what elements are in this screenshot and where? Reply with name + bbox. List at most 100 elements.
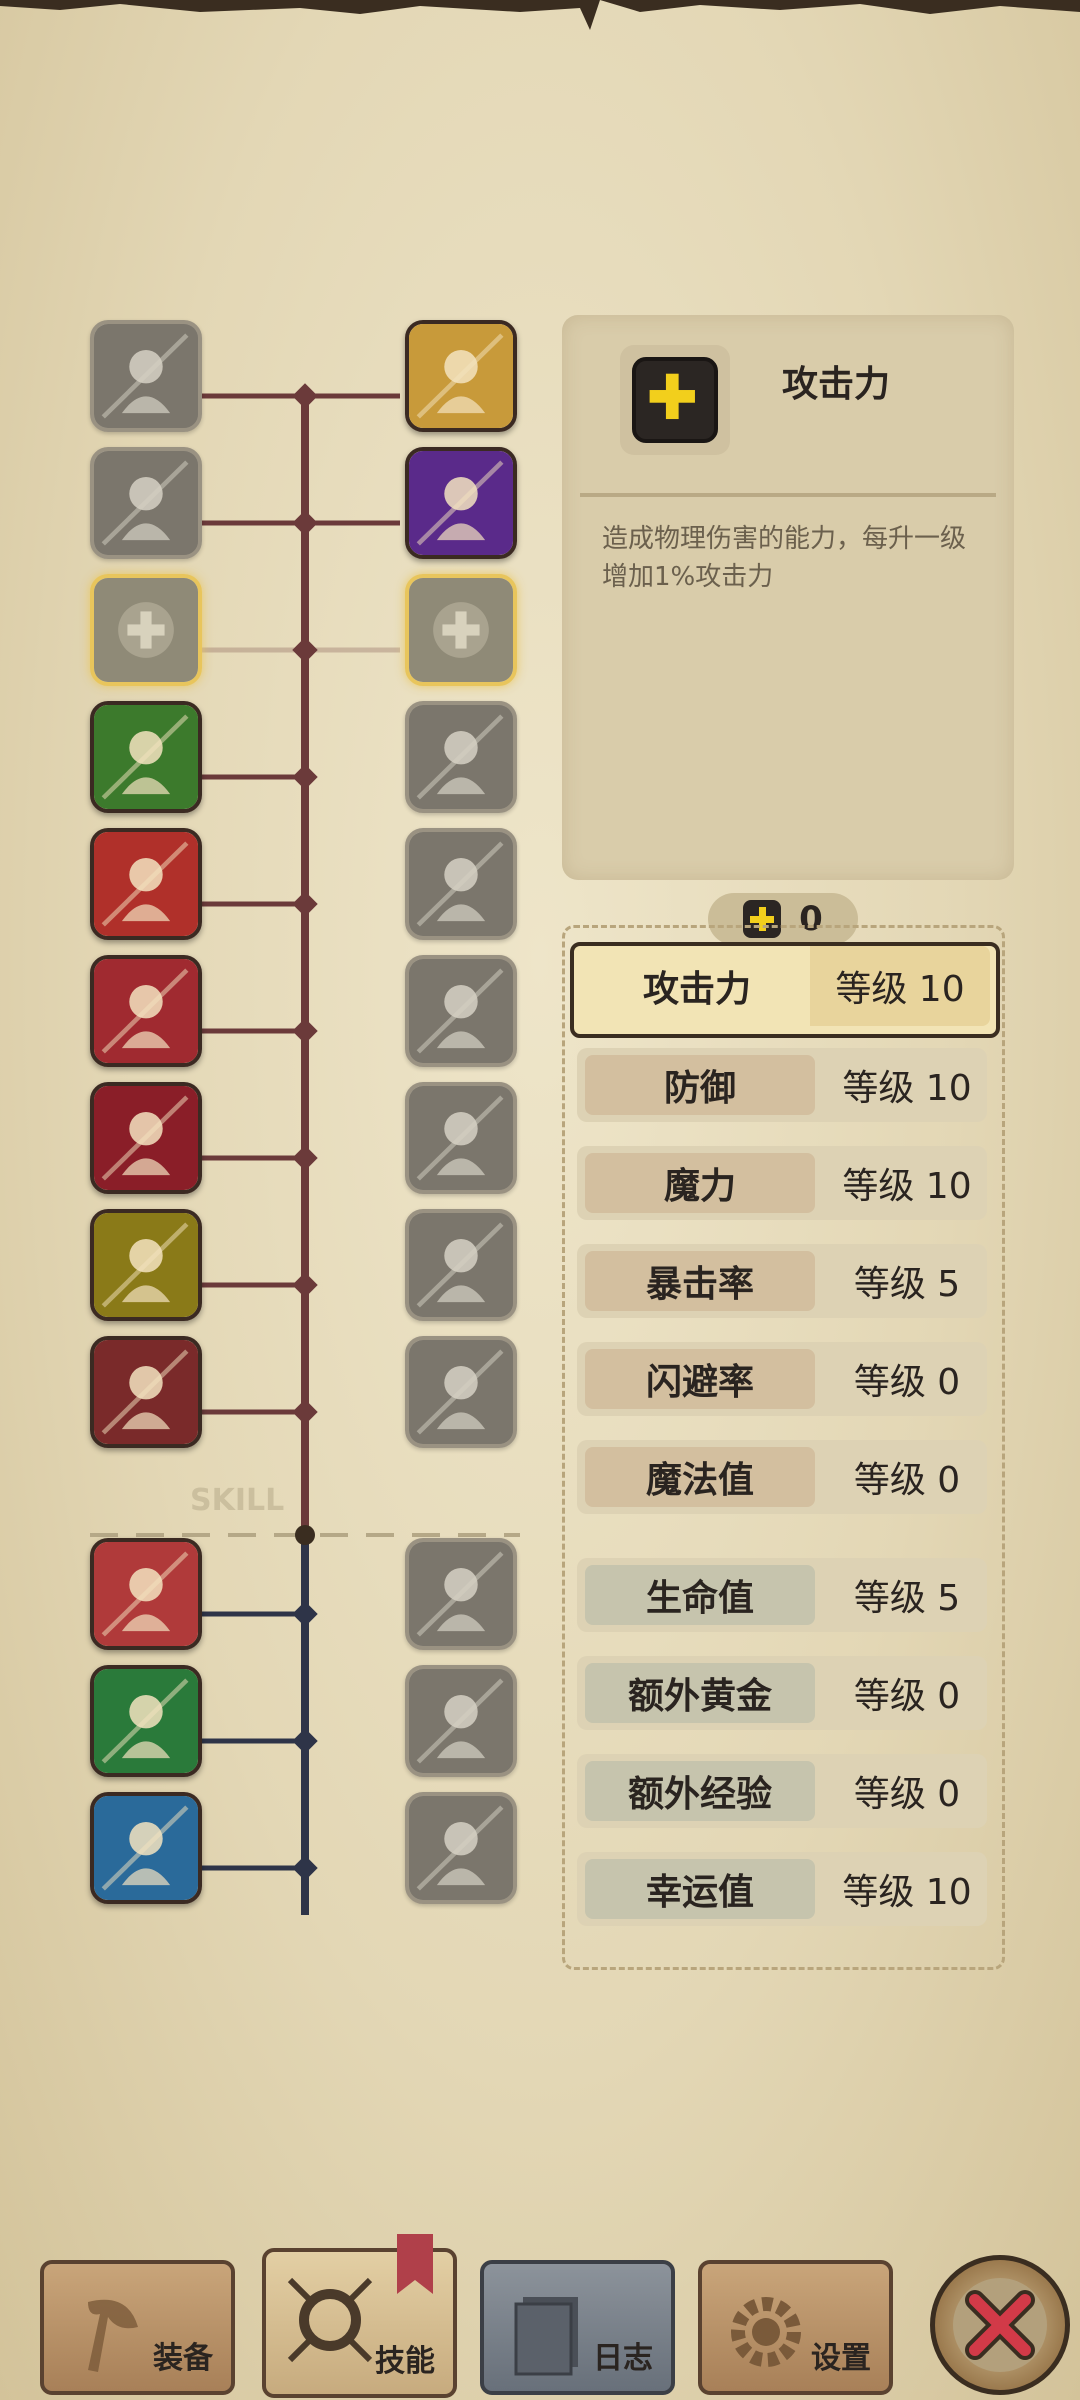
attribute-row[interactable]: 魔法值 等级 0 — [577, 1440, 987, 1514]
skill-slot-left-11[interactable] — [90, 1665, 202, 1777]
attribute-level: 等级 0 — [853, 1460, 961, 1501]
dash-strike-icon — [94, 451, 198, 555]
question-figure-icon — [409, 1796, 513, 1900]
info-divider — [580, 493, 996, 497]
tab-skills[interactable]: 技能 — [262, 2234, 457, 2398]
spin-strike-icon — [94, 832, 198, 936]
skill-slot-right-9[interactable] — [405, 1336, 517, 1448]
attribute-name: 防御 — [585, 1055, 815, 1115]
gear-blast-icon — [409, 1213, 513, 1317]
skill-slot-left-4[interactable] — [90, 701, 202, 813]
purple-slash-icon — [409, 451, 513, 555]
tab-settings[interactable]: 设置 — [698, 2260, 893, 2395]
attribute-level: 等级 0 — [853, 1774, 961, 1815]
axe-icon — [88, 2299, 138, 2372]
eye-chest-icon — [409, 1542, 513, 1646]
attribute-row[interactable]: 魔力 等级 10 — [577, 1146, 987, 1220]
bottom-tab-bar: 装备 技能 日志 设置 — [0, 2230, 1080, 2400]
skill-slot-right-7[interactable] — [405, 1082, 517, 1194]
skill-tree: SKILL — [0, 320, 540, 1980]
smoke-icon — [409, 832, 513, 936]
eye-chest-2-icon — [409, 1669, 513, 1773]
skill-slot-left-5[interactable] — [90, 828, 202, 940]
sparkle-figure-icon — [409, 1340, 513, 1444]
attribute-row[interactable]: 生命值 等级 5 — [577, 1558, 987, 1632]
tab-label: 日志 — [593, 2341, 653, 2376]
attribute-name: 幸运值 — [585, 1859, 815, 1919]
attribute-row[interactable]: 幸运值 等级 10 — [577, 1852, 987, 1926]
branch-node-4 — [292, 764, 318, 790]
torn-paper-edge — [0, 0, 1080, 40]
close-button[interactable] — [930, 2255, 1070, 2395]
attribute-row[interactable]: 暴击率 等级 5 — [577, 1244, 987, 1318]
tab-label: 装备 — [153, 2341, 213, 2376]
hand-chest-icon — [94, 1669, 198, 1773]
tab-label: 技能 — [375, 2344, 435, 2379]
skill-slot-left-1[interactable] — [90, 320, 202, 432]
section-divider-label: SKILL — [190, 1483, 284, 1518]
branch-node-7 — [292, 1145, 318, 1171]
branch-node-2 — [292, 510, 318, 536]
blue-aura-icon — [94, 1796, 198, 1900]
skill-slot-right-8[interactable] — [405, 1209, 517, 1321]
attribute-name: 攻击力 — [642, 969, 751, 1010]
info-icon-frame — [620, 345, 730, 455]
skill-slot-right-2[interactable] — [405, 447, 517, 559]
skill-slot-right-6[interactable] — [405, 955, 517, 1067]
attack-up-locked-icon — [409, 578, 513, 682]
branch-node-11 — [292, 1728, 318, 1754]
skill-slot-left-10[interactable] — [90, 1538, 202, 1650]
attribute-name: 额外黄金 — [585, 1663, 815, 1723]
skill-slot-right-10[interactable] — [405, 1538, 517, 1650]
attribute-row[interactable]: 额外黄金 等级 0 — [577, 1656, 987, 1730]
skill-slot-right-4[interactable] — [405, 701, 517, 813]
attribute-level: 等级 0 — [853, 1676, 961, 1717]
tab-logbook[interactable]: 日志 — [480, 2260, 675, 2395]
shield-cross-icon — [409, 324, 513, 428]
skill-slot-right-11[interactable] — [405, 1665, 517, 1777]
skill-slot-left-9[interactable] — [90, 1336, 202, 1448]
skill-slot-right-3[interactable] — [405, 574, 517, 686]
skill-slot-right-5[interactable] — [405, 828, 517, 940]
attribute-level: 等级 10 — [810, 946, 990, 1026]
attribute-level: 等级 10 — [842, 1872, 972, 1913]
ninja-icon — [94, 1086, 198, 1190]
skill-slot-right-12[interactable] — [405, 1792, 517, 1904]
skill-slot-left-8[interactable] — [90, 1209, 202, 1321]
branch-node-12 — [292, 1855, 318, 1881]
strength-arm-icon — [94, 705, 198, 809]
eye-burst-icon — [409, 959, 513, 1063]
skill-slot-left-2[interactable] — [90, 447, 202, 559]
branch-node-9 — [292, 1399, 318, 1425]
skill-slot-left-7[interactable] — [90, 1082, 202, 1194]
skill-slot-left-3[interactable] — [90, 574, 202, 686]
info-title: 攻击力 — [782, 364, 891, 405]
branch-node-3 — [292, 637, 318, 663]
dagger-icon — [94, 959, 198, 1063]
attribute-name: 暴击率 — [585, 1251, 815, 1311]
attack-up-icon — [94, 578, 198, 682]
tab-label: 设置 — [811, 2341, 871, 2376]
book-icon — [514, 2297, 578, 2376]
skill-slot-right-1[interactable] — [405, 320, 517, 432]
close-icon — [953, 2278, 1047, 2372]
skill-info-panel: 攻击力 造成物理伤害的能力，每升一级增加1%攻击力 — [562, 315, 1014, 880]
rush-icon — [409, 705, 513, 809]
attribute-level: 等级 0 — [853, 1362, 961, 1403]
branch-node-5 — [292, 891, 318, 917]
attribute-row[interactable]: 防御 等级 10 — [577, 1048, 987, 1122]
skill-slot-left-12[interactable] — [90, 1792, 202, 1904]
attribute-row[interactable]: 闪避率 等级 0 — [577, 1342, 987, 1416]
attribute-name: 魔法值 — [585, 1447, 815, 1507]
attribute-row[interactable]: 攻击力 等级 10 — [570, 942, 1000, 1038]
attribute-row[interactable]: 额外经验 等级 0 — [577, 1754, 987, 1828]
fish-icon — [409, 1086, 513, 1190]
skill-ring-icon — [287, 2277, 373, 2363]
attribute-level: 等级 10 — [842, 1068, 972, 1109]
branch-node-1 — [292, 383, 318, 409]
attribute-name: 魔力 — [585, 1153, 815, 1213]
attribute-level: 等级 5 — [853, 1578, 961, 1619]
tab-equipment[interactable]: 装备 — [40, 2260, 235, 2395]
skill-slot-left-6[interactable] — [90, 955, 202, 1067]
attribute-name: 闪避率 — [585, 1349, 815, 1409]
